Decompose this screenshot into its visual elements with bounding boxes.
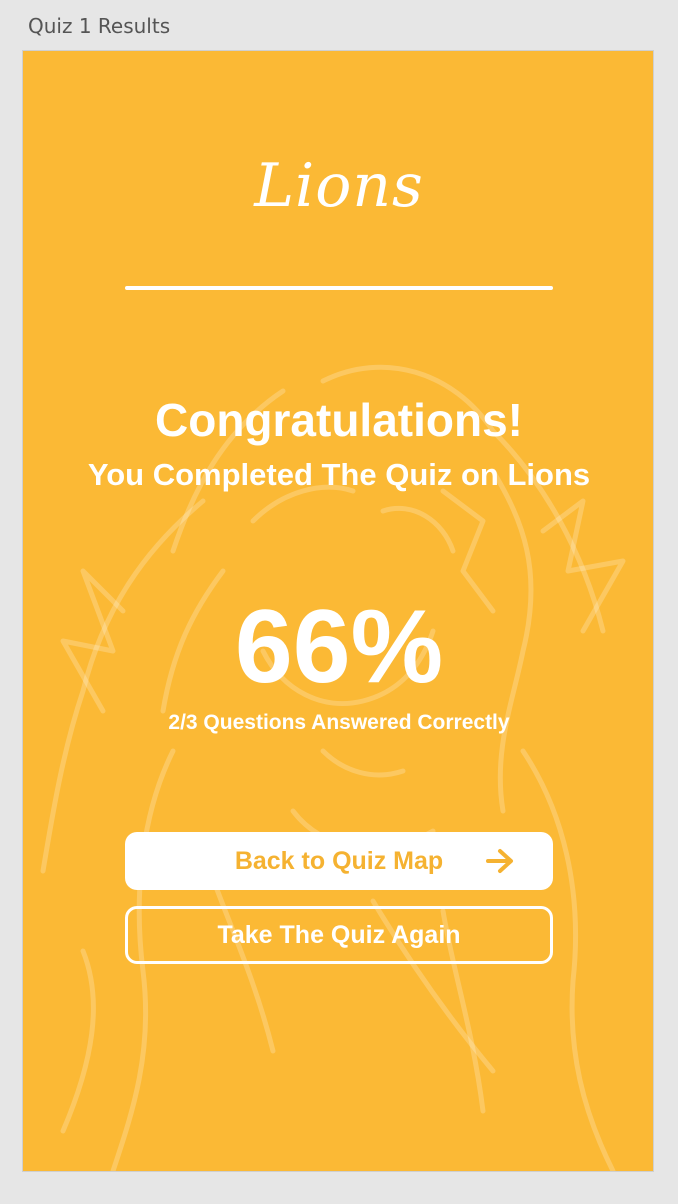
score-detail: 2/3 Questions Answered Correctly [168, 711, 510, 734]
arrow-right-icon [486, 849, 513, 873]
retake-quiz-button[interactable]: Take The Quiz Again [125, 906, 553, 964]
score-percentage: 66% [234, 589, 444, 705]
back-button-label: Back to Quiz Map [234, 846, 444, 875]
congrats-heading: Congratulations! [155, 394, 523, 446]
back-to-quiz-map-button[interactable]: Back to Quiz Map [125, 832, 553, 890]
artboard-label: Quiz 1 Results [28, 14, 171, 38]
retake-button-label: Take The Quiz Again [217, 920, 461, 949]
completion-subtitle: You Completed The Quiz on Lions [87, 457, 591, 492]
quiz-title: Lions [254, 151, 424, 221]
quiz-results-screen: Lions Congratulations! You Completed The… [22, 50, 654, 1172]
title-divider [125, 286, 553, 290]
